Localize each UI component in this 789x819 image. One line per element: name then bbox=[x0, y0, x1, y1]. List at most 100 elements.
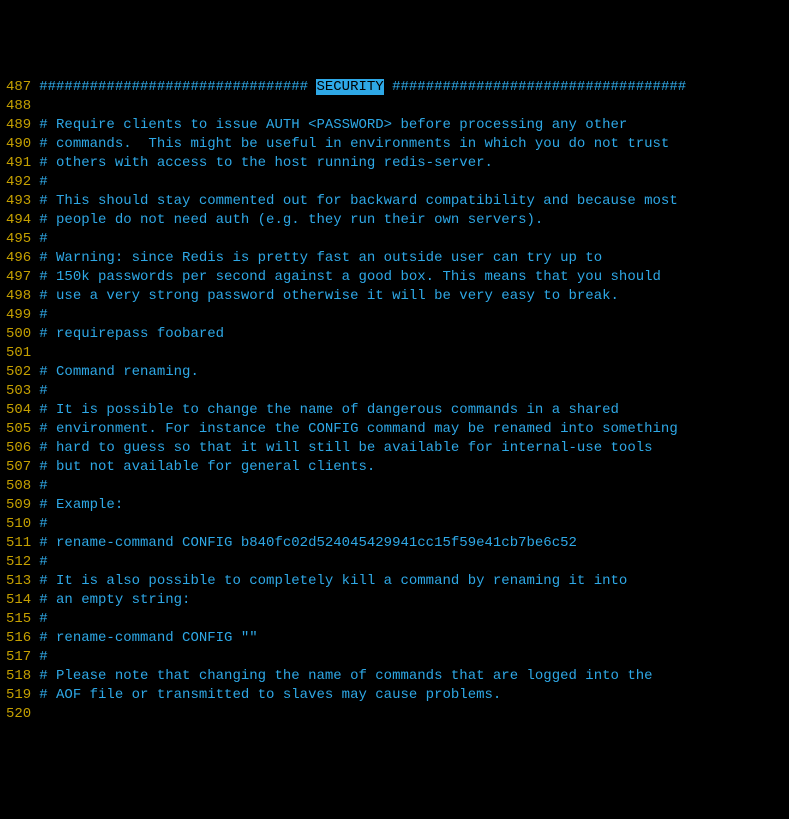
code-line[interactable]: # environment. For instance the CONFIG c… bbox=[39, 420, 789, 439]
code-line[interactable]: # 150k passwords per second against a go… bbox=[39, 268, 789, 287]
section-hash-suffix: ################################### bbox=[392, 79, 686, 95]
code-line[interactable]: # use a very strong password otherwise i… bbox=[39, 287, 789, 306]
code-line[interactable]: # It is possible to change the name of d… bbox=[39, 401, 789, 420]
line-number: 500 bbox=[6, 325, 31, 344]
comment-text: # bbox=[39, 174, 47, 190]
code-line[interactable]: # bbox=[39, 553, 789, 572]
line-number: 493 bbox=[6, 192, 31, 211]
comment-text: # an empty string: bbox=[39, 592, 190, 608]
line-number: 492 bbox=[6, 173, 31, 192]
line-number: 513 bbox=[6, 572, 31, 591]
line-number: 488 bbox=[6, 97, 31, 116]
comment-text: # environment. For instance the CONFIG c… bbox=[39, 421, 678, 437]
code-line[interactable]: # bbox=[39, 382, 789, 401]
code-line[interactable]: # AOF file or transmitted to slaves may … bbox=[39, 686, 789, 705]
line-number: 491 bbox=[6, 154, 31, 173]
code-content[interactable]: ################################ SECURIT… bbox=[39, 78, 789, 724]
section-label-security: SECURITY bbox=[316, 79, 383, 95]
code-line[interactable]: ################################ SECURIT… bbox=[39, 78, 789, 97]
comment-text: # Example: bbox=[39, 497, 123, 513]
code-line[interactable]: # Please note that changing the name of … bbox=[39, 667, 789, 686]
line-number: 511 bbox=[6, 534, 31, 553]
line-number: 506 bbox=[6, 439, 31, 458]
code-line[interactable]: # rename-command CONFIG b840fc02d5240454… bbox=[39, 534, 789, 553]
comment-text: # hard to guess so that it will still be… bbox=[39, 440, 652, 456]
comment-text: # bbox=[39, 231, 47, 247]
line-number: 495 bbox=[6, 230, 31, 249]
code-line[interactable]: # bbox=[39, 610, 789, 629]
comment-text: # bbox=[39, 554, 47, 570]
code-line[interactable]: # but not available for general clients. bbox=[39, 458, 789, 477]
code-line[interactable]: # bbox=[39, 477, 789, 496]
code-line[interactable] bbox=[39, 344, 789, 363]
comment-text: # rename-command CONFIG b840fc02d5240454… bbox=[39, 535, 577, 551]
line-number-gutter: 4874884894904914924934944954964974984995… bbox=[0, 78, 39, 724]
line-number: 518 bbox=[6, 667, 31, 686]
code-line[interactable]: # Command renaming. bbox=[39, 363, 789, 382]
line-number: 494 bbox=[6, 211, 31, 230]
comment-text: # rename-command CONFIG "" bbox=[39, 630, 257, 646]
line-number: 489 bbox=[6, 116, 31, 135]
line-number: 496 bbox=[6, 249, 31, 268]
comment-text: # others with access to the host running… bbox=[39, 155, 493, 171]
line-number: 490 bbox=[6, 135, 31, 154]
line-number: 487 bbox=[6, 78, 31, 97]
code-line[interactable]: # requirepass foobared bbox=[39, 325, 789, 344]
line-number: 514 bbox=[6, 591, 31, 610]
line-number: 502 bbox=[6, 363, 31, 382]
comment-text: # AOF file or transmitted to slaves may … bbox=[39, 687, 501, 703]
line-number: 520 bbox=[6, 705, 31, 724]
comment-text: # requirepass foobared bbox=[39, 326, 224, 342]
code-line[interactable]: # commands. This might be useful in envi… bbox=[39, 135, 789, 154]
comment-text: # It is also possible to completely kill… bbox=[39, 573, 627, 589]
code-line[interactable]: # bbox=[39, 306, 789, 325]
code-line[interactable]: # bbox=[39, 648, 789, 667]
comment-text: # use a very strong password otherwise i… bbox=[39, 288, 619, 304]
line-number: 512 bbox=[6, 553, 31, 572]
line-number: 504 bbox=[6, 401, 31, 420]
comment-text: # bbox=[39, 478, 47, 494]
code-line[interactable]: # This should stay commented out for bac… bbox=[39, 192, 789, 211]
line-number: 519 bbox=[6, 686, 31, 705]
line-number: 509 bbox=[6, 496, 31, 515]
comment-text: # bbox=[39, 611, 47, 627]
line-number: 507 bbox=[6, 458, 31, 477]
code-line[interactable]: # bbox=[39, 515, 789, 534]
comment-text: # 150k passwords per second against a go… bbox=[39, 269, 661, 285]
comment-text: # bbox=[39, 649, 47, 665]
line-number: 517 bbox=[6, 648, 31, 667]
line-number: 508 bbox=[6, 477, 31, 496]
code-line[interactable]: # rename-command CONFIG "" bbox=[39, 629, 789, 648]
section-hash-prefix: ################################ bbox=[39, 79, 308, 95]
line-number: 498 bbox=[6, 287, 31, 306]
line-number: 515 bbox=[6, 610, 31, 629]
code-line[interactable]: # an empty string: bbox=[39, 591, 789, 610]
comment-text: # but not available for general clients. bbox=[39, 459, 375, 475]
comment-text: # bbox=[39, 307, 47, 323]
code-editor[interactable]: 4874884894904914924934944954964974984995… bbox=[0, 76, 789, 724]
code-line[interactable]: # Example: bbox=[39, 496, 789, 515]
line-number: 505 bbox=[6, 420, 31, 439]
code-line[interactable] bbox=[39, 97, 789, 116]
line-number: 510 bbox=[6, 515, 31, 534]
code-line[interactable]: # bbox=[39, 173, 789, 192]
code-line[interactable] bbox=[39, 705, 789, 724]
line-number: 499 bbox=[6, 306, 31, 325]
code-line[interactable]: # others with access to the host running… bbox=[39, 154, 789, 173]
code-line[interactable]: # bbox=[39, 230, 789, 249]
code-line[interactable]: # Warning: since Redis is pretty fast an… bbox=[39, 249, 789, 268]
comment-text: # It is possible to change the name of d… bbox=[39, 402, 619, 418]
comment-text: # people do not need auth (e.g. they run… bbox=[39, 212, 543, 228]
line-number: 503 bbox=[6, 382, 31, 401]
comment-text: # Please note that changing the name of … bbox=[39, 668, 652, 684]
code-line[interactable]: # It is also possible to completely kill… bbox=[39, 572, 789, 591]
comment-text: # bbox=[39, 383, 47, 399]
comment-text: # bbox=[39, 516, 47, 532]
code-line[interactable]: # hard to guess so that it will still be… bbox=[39, 439, 789, 458]
line-number: 516 bbox=[6, 629, 31, 648]
comment-text: # This should stay commented out for bac… bbox=[39, 193, 678, 209]
code-line[interactable]: # people do not need auth (e.g. they run… bbox=[39, 211, 789, 230]
code-line[interactable]: # Require clients to issue AUTH <PASSWOR… bbox=[39, 116, 789, 135]
line-number: 497 bbox=[6, 268, 31, 287]
comment-text: # Command renaming. bbox=[39, 364, 199, 380]
